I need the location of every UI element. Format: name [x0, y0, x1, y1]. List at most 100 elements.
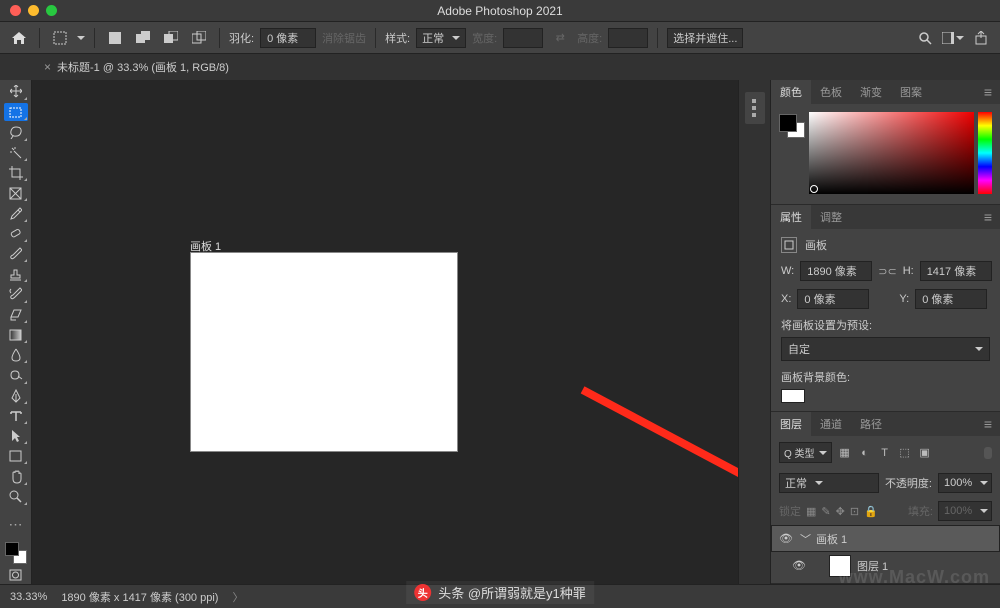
move-tool[interactable] — [4, 83, 28, 101]
properties-panel: 属性 调整 ≡ 画板 W: ⊃⊂ H: X: — [771, 205, 1000, 412]
close-tab-icon[interactable]: × — [44, 60, 51, 74]
feather-input[interactable] — [260, 28, 316, 48]
prop-y-input[interactable] — [915, 289, 987, 309]
stamp-tool[interactable] — [4, 265, 28, 283]
tab-swatches[interactable]: 色板 — [811, 80, 851, 104]
quick-mask[interactable] — [4, 566, 28, 584]
visibility-icon[interactable]: 👁 — [791, 559, 807, 572]
preset-select[interactable]: 自定 — [781, 337, 990, 361]
tab-patterns[interactable]: 图案 — [891, 80, 931, 104]
shape-tool[interactable] — [4, 447, 28, 465]
select-add-icon[interactable] — [132, 27, 154, 49]
marquee-tool[interactable] — [4, 103, 28, 121]
visibility-icon[interactable]: 👁 — [778, 532, 794, 545]
dodge-tool[interactable] — [4, 366, 28, 384]
filter-smart-icon[interactable]: ▣ — [918, 446, 932, 460]
hue-slider[interactable] — [978, 112, 992, 194]
lock-artboard-icon[interactable]: ⊡ — [850, 505, 859, 518]
lock-paint-icon[interactable]: ✎ — [821, 505, 830, 518]
watermark: www.MacW.com — [839, 567, 990, 588]
heal-tool[interactable] — [4, 225, 28, 243]
crop-tool[interactable] — [4, 164, 28, 182]
filter-adjust-icon[interactable]: ◐ — [858, 446, 872, 460]
prop-h-input[interactable] — [920, 261, 992, 281]
close-window[interactable] — [10, 5, 21, 16]
document-tab[interactable]: × 未标题-1 @ 33.3% (画板 1, RGB/8) — [34, 55, 239, 79]
bg-label: 画板背景颜色: — [781, 369, 990, 385]
filter-pixel-icon[interactable]: ▦ — [838, 446, 852, 460]
select-intersect-icon[interactable] — [188, 27, 210, 49]
filter-toggle[interactable] — [984, 447, 992, 459]
feather-label: 羽化: — [229, 30, 254, 46]
filter-shape-icon[interactable]: ⬚ — [898, 446, 912, 460]
edit-toolbar[interactable]: ⋯ — [4, 515, 28, 533]
swap-wh-icon: ⇄ — [549, 27, 571, 49]
select-subtract-icon[interactable] — [160, 27, 182, 49]
titlebar: Adobe Photoshop 2021 — [0, 0, 1000, 22]
color-field[interactable] — [809, 112, 974, 194]
prop-w-input[interactable] — [800, 261, 872, 281]
layer-kind-filter[interactable]: Q 类型 — [779, 442, 832, 463]
tab-color[interactable]: 颜色 — [771, 80, 811, 104]
tab-channels[interactable]: 通道 — [811, 412, 851, 436]
style-select[interactable]: 正常 — [416, 28, 466, 48]
lock-all-icon[interactable]: 🔒 — [864, 505, 878, 518]
select-new-icon[interactable] — [104, 27, 126, 49]
maximize-window[interactable] — [46, 5, 57, 16]
tab-properties[interactable]: 属性 — [771, 205, 811, 229]
app-title: Adobe Photoshop 2021 — [437, 4, 562, 18]
color-picker[interactable] — [771, 104, 1000, 204]
brush-tool[interactable] — [4, 245, 28, 263]
layer-artboard[interactable]: 👁 ﹀ 画板 1 — [771, 525, 1000, 552]
panel-menu-icon[interactable]: ≡ — [976, 84, 1000, 100]
prop-x-input[interactable] — [797, 289, 869, 309]
panel-menu-icon[interactable]: ≡ — [976, 209, 1000, 225]
hand-tool[interactable] — [4, 467, 28, 485]
zoom-level[interactable]: 33.33% — [10, 591, 47, 603]
canvas-area[interactable]: 画板 1 — [32, 80, 738, 584]
pen-tool[interactable] — [4, 387, 28, 405]
gradient-tool[interactable] — [4, 326, 28, 344]
eraser-tool[interactable] — [4, 306, 28, 324]
annotation-arrow — [575, 378, 738, 545]
wand-tool[interactable] — [4, 144, 28, 162]
tools-panel: ⋯ — [0, 80, 32, 584]
share-icon[interactable] — [970, 27, 992, 49]
link-wh-icon[interactable]: ⊃⊂ — [878, 265, 896, 278]
artboard-icon — [781, 237, 797, 253]
home-button[interactable] — [8, 27, 30, 49]
lock-pos-icon[interactable]: ✥ — [836, 505, 845, 518]
path-select-tool[interactable] — [4, 427, 28, 445]
lock-trans-icon[interactable]: ▦ — [806, 505, 816, 518]
tab-adjustments[interactable]: 调整 — [811, 205, 851, 229]
expand-icon[interactable]: ﹀ — [800, 531, 810, 547]
eyedropper-tool[interactable] — [4, 204, 28, 222]
doc-dims[interactable]: 1890 像素 x 1417 像素 (300 ppi) — [61, 589, 218, 605]
history-brush-tool[interactable] — [4, 285, 28, 303]
search-icon[interactable] — [914, 27, 936, 49]
type-tool[interactable] — [4, 407, 28, 425]
panel-menu-icon[interactable]: ≡ — [976, 416, 1000, 432]
artboard-bg-swatch[interactable] — [781, 389, 805, 403]
blur-tool[interactable] — [4, 346, 28, 364]
artboard[interactable] — [190, 252, 458, 452]
height-input — [608, 28, 648, 48]
marquee-tool-icon[interactable] — [49, 27, 71, 49]
filter-type-icon[interactable]: T — [878, 446, 892, 460]
zoom-tool[interactable] — [4, 488, 28, 506]
collapsed-panel-icon[interactable] — [745, 92, 765, 124]
tab-gradients[interactable]: 渐变 — [851, 80, 891, 104]
minimize-window[interactable] — [28, 5, 39, 16]
lasso-tool[interactable] — [4, 123, 28, 141]
frame-tool[interactable] — [4, 184, 28, 202]
options-bar: 羽化: 消除锯齿 样式: 正常 宽度: ⇄ 高度: 选择并遮住... — [0, 22, 1000, 54]
opacity-input[interactable]: 100% — [938, 473, 992, 493]
tab-layers[interactable]: 图层 — [771, 412, 811, 436]
tab-paths[interactable]: 路径 — [851, 412, 891, 436]
fill-input: 100% — [938, 501, 992, 521]
fg-swatch[interactable] — [779, 114, 797, 132]
blend-mode-select[interactable]: 正常 — [779, 473, 879, 493]
select-and-mask-button[interactable]: 选择并遮住... — [667, 28, 743, 48]
color-swatches[interactable] — [5, 542, 27, 564]
workspace-icon[interactable] — [942, 27, 964, 49]
